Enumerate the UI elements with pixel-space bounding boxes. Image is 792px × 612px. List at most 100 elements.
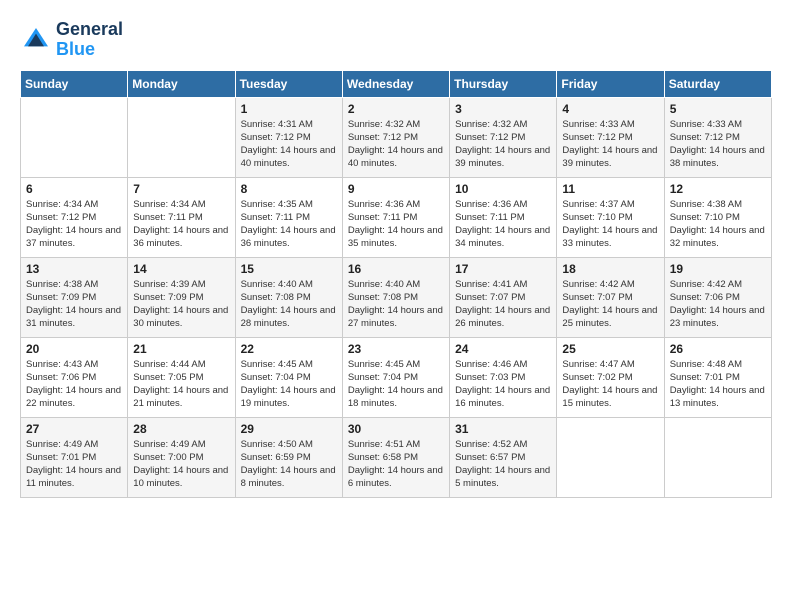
day-number: 6 (26, 182, 122, 196)
cell-details: Sunrise: 4:36 AM Sunset: 7:11 PM Dayligh… (455, 198, 551, 251)
cell-details: Sunrise: 4:32 AM Sunset: 7:12 PM Dayligh… (455, 118, 551, 171)
day-number: 13 (26, 262, 122, 276)
day-number: 11 (562, 182, 658, 196)
calendar-cell: 27 Sunrise: 4:49 AM Sunset: 7:01 PM Dayli… (21, 417, 128, 497)
calendar-header: SundayMondayTuesdayWednesdayThursdayFrid… (21, 70, 772, 97)
calendar-cell: 11 Sunrise: 4:37 AM Sunset: 7:10 PM Dayli… (557, 177, 664, 257)
day-number: 22 (241, 342, 337, 356)
calendar-cell: 19 Sunrise: 4:42 AM Sunset: 7:06 PM Dayli… (664, 257, 771, 337)
cell-details: Sunrise: 4:34 AM Sunset: 7:11 PM Dayligh… (133, 198, 229, 251)
calendar-cell: 22 Sunrise: 4:45 AM Sunset: 7:04 PM Dayli… (235, 337, 342, 417)
cell-details: Sunrise: 4:46 AM Sunset: 7:03 PM Dayligh… (455, 358, 551, 411)
calendar-cell: 8 Sunrise: 4:35 AM Sunset: 7:11 PM Daylig… (235, 177, 342, 257)
calendar-cell: 10 Sunrise: 4:36 AM Sunset: 7:11 PM Dayli… (450, 177, 557, 257)
day-number: 1 (241, 102, 337, 116)
calendar-cell: 9 Sunrise: 4:36 AM Sunset: 7:11 PM Daylig… (342, 177, 449, 257)
calendar-cell: 23 Sunrise: 4:45 AM Sunset: 7:04 PM Dayli… (342, 337, 449, 417)
calendar-cell: 31 Sunrise: 4:52 AM Sunset: 6:57 PM Dayli… (450, 417, 557, 497)
day-number: 5 (670, 102, 766, 116)
calendar-cell: 14 Sunrise: 4:39 AM Sunset: 7:09 PM Dayli… (128, 257, 235, 337)
day-number: 24 (455, 342, 551, 356)
cell-details: Sunrise: 4:45 AM Sunset: 7:04 PM Dayligh… (348, 358, 444, 411)
weekday-header: Sunday (21, 70, 128, 97)
cell-details: Sunrise: 4:42 AM Sunset: 7:06 PM Dayligh… (670, 278, 766, 331)
day-number: 14 (133, 262, 229, 276)
day-number: 19 (670, 262, 766, 276)
cell-details: Sunrise: 4:35 AM Sunset: 7:11 PM Dayligh… (241, 198, 337, 251)
calendar-cell: 1Sunrise: 4:31 AM Sunset: 7:12 PM Daylig… (235, 97, 342, 177)
calendar-cell: 17 Sunrise: 4:41 AM Sunset: 7:07 PM Dayli… (450, 257, 557, 337)
cell-details: Sunrise: 4:41 AM Sunset: 7:07 PM Dayligh… (455, 278, 551, 331)
weekday-header: Monday (128, 70, 235, 97)
day-number: 25 (562, 342, 658, 356)
day-number: 27 (26, 422, 122, 436)
cell-details: Sunrise: 4:47 AM Sunset: 7:02 PM Dayligh… (562, 358, 658, 411)
weekday-header: Saturday (664, 70, 771, 97)
calendar-cell: 24 Sunrise: 4:46 AM Sunset: 7:03 PM Dayli… (450, 337, 557, 417)
cell-details: Sunrise: 4:37 AM Sunset: 7:10 PM Dayligh… (562, 198, 658, 251)
calendar-week-row: 20Sunrise: 4:43 AM Sunset: 7:06 PM Dayli… (21, 337, 772, 417)
day-number: 10 (455, 182, 551, 196)
day-number: 30 (348, 422, 444, 436)
cell-details: Sunrise: 4:49 AM Sunset: 7:00 PM Dayligh… (133, 438, 229, 491)
calendar-cell: 2 Sunrise: 4:32 AM Sunset: 7:12 PM Daylig… (342, 97, 449, 177)
cell-details: Sunrise: 4:43 AM Sunset: 7:06 PM Dayligh… (26, 358, 122, 411)
calendar-cell: 29Sunrise: 4:50 AM Sunset: 6:59 PM Dayli… (235, 417, 342, 497)
calendar-cell: 20Sunrise: 4:43 AM Sunset: 7:06 PM Dayli… (21, 337, 128, 417)
calendar-cell (557, 417, 664, 497)
weekday-header: Friday (557, 70, 664, 97)
cell-details: Sunrise: 4:52 AM Sunset: 6:57 PM Dayligh… (455, 438, 551, 491)
calendar-cell: 6 Sunrise: 4:34 AM Sunset: 7:12 PM Daylig… (21, 177, 128, 257)
day-number: 17 (455, 262, 551, 276)
cell-details: Sunrise: 4:44 AM Sunset: 7:05 PM Dayligh… (133, 358, 229, 411)
calendar-cell: 21 Sunrise: 4:44 AM Sunset: 7:05 PM Dayli… (128, 337, 235, 417)
calendar-cell: 16 Sunrise: 4:40 AM Sunset: 7:08 PM Dayli… (342, 257, 449, 337)
calendar-cell: 7 Sunrise: 4:34 AM Sunset: 7:11 PM Daylig… (128, 177, 235, 257)
day-number: 8 (241, 182, 337, 196)
cell-details: Sunrise: 4:36 AM Sunset: 7:11 PM Dayligh… (348, 198, 444, 251)
calendar-cell: 4 Sunrise: 4:33 AM Sunset: 7:12 PM Daylig… (557, 97, 664, 177)
calendar-cell: 25 Sunrise: 4:47 AM Sunset: 7:02 PM Dayli… (557, 337, 664, 417)
day-number: 3 (455, 102, 551, 116)
weekday-header: Thursday (450, 70, 557, 97)
cell-details: Sunrise: 4:39 AM Sunset: 7:09 PM Dayligh… (133, 278, 229, 331)
calendar-cell (21, 97, 128, 177)
day-number: 26 (670, 342, 766, 356)
cell-details: Sunrise: 4:45 AM Sunset: 7:04 PM Dayligh… (241, 358, 337, 411)
calendar-week-row: 1Sunrise: 4:31 AM Sunset: 7:12 PM Daylig… (21, 97, 772, 177)
cell-details: Sunrise: 4:48 AM Sunset: 7:01 PM Dayligh… (670, 358, 766, 411)
weekday-header: Tuesday (235, 70, 342, 97)
cell-details: Sunrise: 4:33 AM Sunset: 7:12 PM Dayligh… (670, 118, 766, 171)
calendar-cell: 28Sunrise: 4:49 AM Sunset: 7:00 PM Dayli… (128, 417, 235, 497)
day-number: 2 (348, 102, 444, 116)
calendar-week-row: 6 Sunrise: 4:34 AM Sunset: 7:12 PM Daylig… (21, 177, 772, 257)
cell-details: Sunrise: 4:40 AM Sunset: 7:08 PM Dayligh… (348, 278, 444, 331)
page-header: General Blue (20, 20, 772, 60)
calendar-cell: 5 Sunrise: 4:33 AM Sunset: 7:12 PM Daylig… (664, 97, 771, 177)
cell-details: Sunrise: 4:40 AM Sunset: 7:08 PM Dayligh… (241, 278, 337, 331)
logo-icon (20, 24, 52, 56)
calendar-cell: 15Sunrise: 4:40 AM Sunset: 7:08 PM Dayli… (235, 257, 342, 337)
day-number: 31 (455, 422, 551, 436)
calendar-week-row: 13 Sunrise: 4:38 AM Sunset: 7:09 PM Dayli… (21, 257, 772, 337)
calendar-cell: 13 Sunrise: 4:38 AM Sunset: 7:09 PM Dayli… (21, 257, 128, 337)
cell-details: Sunrise: 4:49 AM Sunset: 7:01 PM Dayligh… (26, 438, 122, 491)
cell-details: Sunrise: 4:38 AM Sunset: 7:09 PM Dayligh… (26, 278, 122, 331)
day-number: 21 (133, 342, 229, 356)
day-number: 4 (562, 102, 658, 116)
day-number: 12 (670, 182, 766, 196)
cell-details: Sunrise: 4:33 AM Sunset: 7:12 PM Dayligh… (562, 118, 658, 171)
day-number: 18 (562, 262, 658, 276)
calendar-cell: 3 Sunrise: 4:32 AM Sunset: 7:12 PM Daylig… (450, 97, 557, 177)
calendar-cell: 18Sunrise: 4:42 AM Sunset: 7:07 PM Dayli… (557, 257, 664, 337)
day-number: 9 (348, 182, 444, 196)
logo-text: General Blue (56, 20, 123, 60)
day-number: 7 (133, 182, 229, 196)
day-number: 16 (348, 262, 444, 276)
weekday-header: Wednesday (342, 70, 449, 97)
cell-details: Sunrise: 4:34 AM Sunset: 7:12 PM Dayligh… (26, 198, 122, 251)
day-number: 23 (348, 342, 444, 356)
calendar-cell: 26 Sunrise: 4:48 AM Sunset: 7:01 PM Dayli… (664, 337, 771, 417)
cell-details: Sunrise: 4:32 AM Sunset: 7:12 PM Dayligh… (348, 118, 444, 171)
calendar-cell (128, 97, 235, 177)
